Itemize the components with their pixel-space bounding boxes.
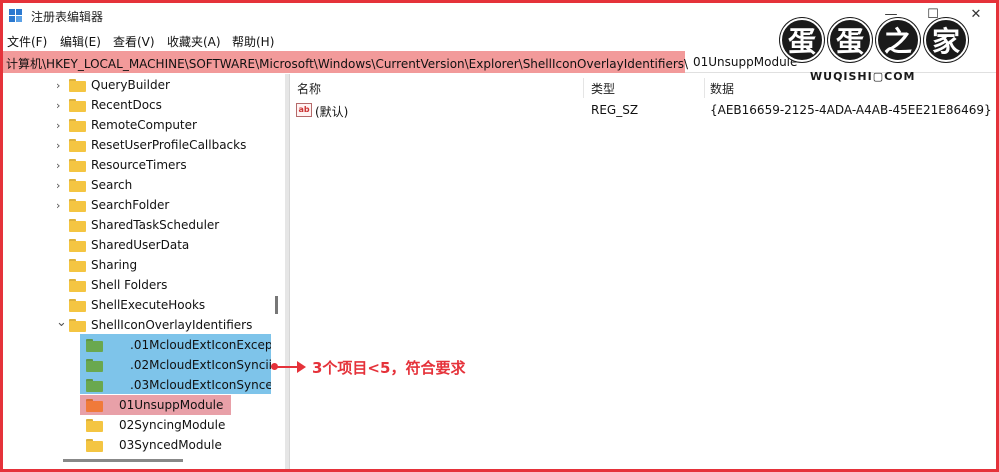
values-pane[interactable]: 名称 类型 数据 ab (默认) REG_SZ {AEB16659-2125-4…	[289, 74, 996, 469]
folder-icon	[86, 339, 103, 352]
tree-item[interactable]: › Search	[3, 175, 271, 195]
folder-icon	[86, 399, 103, 412]
tree-item-label: Shell Folders	[91, 278, 168, 292]
tree-item-label: ShellIconOverlayIdentifiers	[91, 318, 253, 332]
regedit-app-icon	[9, 9, 23, 23]
menu-help[interactable]: 帮助(H)	[232, 33, 274, 50]
menu-file[interactable]: 文件(F)	[7, 33, 47, 50]
tree-item[interactable]: .01McloudExtIconExcep	[3, 335, 273, 355]
tree-item[interactable]: 01UnsuppModule	[3, 395, 271, 415]
folder-icon	[86, 439, 103, 452]
tree-item[interactable]: ⌄ ShellIconOverlayIdentifiers	[3, 315, 271, 335]
value-data: {AEB16659-2125-4ADA-A4AB-45EE21E86469}	[710, 103, 992, 117]
tree-item-label: .03McloudExtIconSynce	[130, 378, 273, 392]
folder-icon	[69, 199, 86, 212]
folder-icon	[69, 179, 86, 192]
folder-icon	[69, 79, 86, 92]
chevron-right-icon[interactable]: ›	[56, 179, 60, 192]
tree-item[interactable]: › RemoteComputer	[3, 115, 271, 135]
chevron-right-icon[interactable]: ›	[56, 199, 60, 212]
tree-item-label: 03SyncedModule	[119, 438, 222, 452]
folder-icon	[69, 159, 86, 172]
tree-item[interactable]: .03McloudExtIconSynce	[3, 375, 273, 395]
watermark-char: 之	[876, 18, 920, 62]
tree-item-label: ResourceTimers	[91, 158, 187, 172]
chevron-right-icon[interactable]: ›	[56, 139, 60, 152]
tree-item-label: QueryBuilder	[91, 78, 170, 92]
tree-item-label: SharedTaskScheduler	[91, 218, 220, 232]
tree-item-label: Sharing	[91, 258, 138, 272]
tree-item[interactable]: SharedUserData	[3, 235, 271, 255]
tree-vertical-scrollbar[interactable]	[271, 74, 285, 469]
folder-icon	[69, 139, 86, 152]
pane-border	[289, 74, 290, 469]
chevron-right-icon[interactable]: ›	[56, 159, 60, 172]
menu-view[interactable]: 查看(V)	[113, 33, 155, 50]
column-separator[interactable]	[704, 78, 705, 98]
folder-icon	[69, 299, 86, 312]
watermark-char: 蛋	[780, 18, 824, 62]
menu-favorites[interactable]: 收藏夹(A)	[167, 33, 221, 50]
chevron-down-icon[interactable]: ⌄	[56, 315, 67, 330]
watermark-char: 家	[924, 18, 968, 62]
tree-item-label: 02SyncingModule	[119, 418, 226, 432]
tree-item[interactable]: › ResetUserProfileCallbacks	[3, 135, 271, 155]
tree-item[interactable]: SharedTaskScheduler	[3, 215, 271, 235]
folder-icon	[69, 319, 86, 332]
tree-item[interactable]: › QueryBuilder	[3, 75, 271, 95]
tree-scroll-thumb[interactable]	[275, 296, 278, 314]
tree-item[interactable]: › SearchFolder	[3, 195, 271, 215]
tree-item[interactable]: 03SyncedModule	[3, 435, 271, 455]
annotation-text: 3个项目<5，符合要求	[312, 359, 466, 377]
column-separator[interactable]	[583, 78, 584, 98]
menu-edit[interactable]: 编辑(E)	[60, 33, 101, 50]
tree-item-label: ResetUserProfileCallbacks	[91, 138, 247, 152]
annotation-arrow-head	[297, 361, 306, 373]
tree-item[interactable]: › RecentDocs	[3, 95, 271, 115]
tree-item[interactable]: .02McloudExtIconSyncii	[3, 355, 272, 375]
tree-item[interactable]: Shell Folders	[3, 275, 271, 295]
folder-icon	[69, 99, 86, 112]
watermark-subtext: WUQISHI▢COM	[810, 70, 916, 83]
chevron-right-icon[interactable]: ›	[56, 119, 60, 132]
tree-item-label: .01McloudExtIconExcep	[130, 338, 273, 352]
folder-icon	[86, 379, 103, 392]
column-header-name[interactable]: 名称	[297, 80, 321, 97]
folder-icon	[86, 359, 103, 372]
value-row[interactable]: ab (默认) REG_SZ {AEB16659-2125-4ADA-A4AB-…	[289, 100, 996, 120]
tree-item[interactable]: ShellExecuteHooks	[3, 295, 271, 315]
tree-item-label: Search	[91, 178, 133, 192]
folder-icon	[86, 419, 103, 432]
string-value-icon: ab	[296, 103, 312, 117]
value-name[interactable]: (默认)	[315, 103, 348, 120]
folder-icon	[69, 259, 86, 272]
chevron-right-icon[interactable]: ›	[56, 79, 60, 92]
watermark-logo: 蛋 蛋 之 家 WUQISHI▢COM	[780, 18, 980, 94]
folder-icon	[69, 239, 86, 252]
window-title: 注册表编辑器	[31, 10, 104, 24]
tree-item-label: 01UnsuppModule	[119, 398, 224, 412]
chevron-right-icon[interactable]: ›	[56, 99, 60, 112]
watermark-char: 蛋	[828, 18, 872, 62]
tree-item-label: ShellExecuteHooks	[91, 298, 206, 312]
key-tree-pane[interactable]: › QueryBuilder › RecentDocs › RemoteComputer ›…	[3, 74, 285, 469]
column-header-type[interactable]: 类型	[591, 80, 615, 97]
value-type: REG_SZ	[591, 103, 639, 117]
tree-item[interactable]: 02SyncingModule	[3, 415, 271, 435]
address-path[interactable]: 计算机\HKEY_LOCAL_MACHINE\SOFTWARE\Microsof…	[6, 55, 688, 72]
tree-item[interactable]: Sharing	[3, 255, 271, 275]
tree-horizontal-scrollbar[interactable]	[63, 459, 183, 462]
tree-item-label: .02McloudExtIconSyncii	[130, 358, 272, 372]
folder-icon	[69, 119, 86, 132]
folder-icon	[69, 279, 86, 292]
tree-item-label: SearchFolder	[91, 198, 170, 212]
tree-item[interactable]: › ResourceTimers	[3, 155, 271, 175]
tree-item-label: RemoteComputer	[91, 118, 197, 132]
annotation-arrow-line	[275, 366, 299, 368]
tree-item-label: RecentDocs	[91, 98, 162, 112]
column-header-data[interactable]: 数据	[710, 80, 734, 97]
tree-item-label: SharedUserData	[91, 238, 190, 252]
folder-icon	[69, 219, 86, 232]
